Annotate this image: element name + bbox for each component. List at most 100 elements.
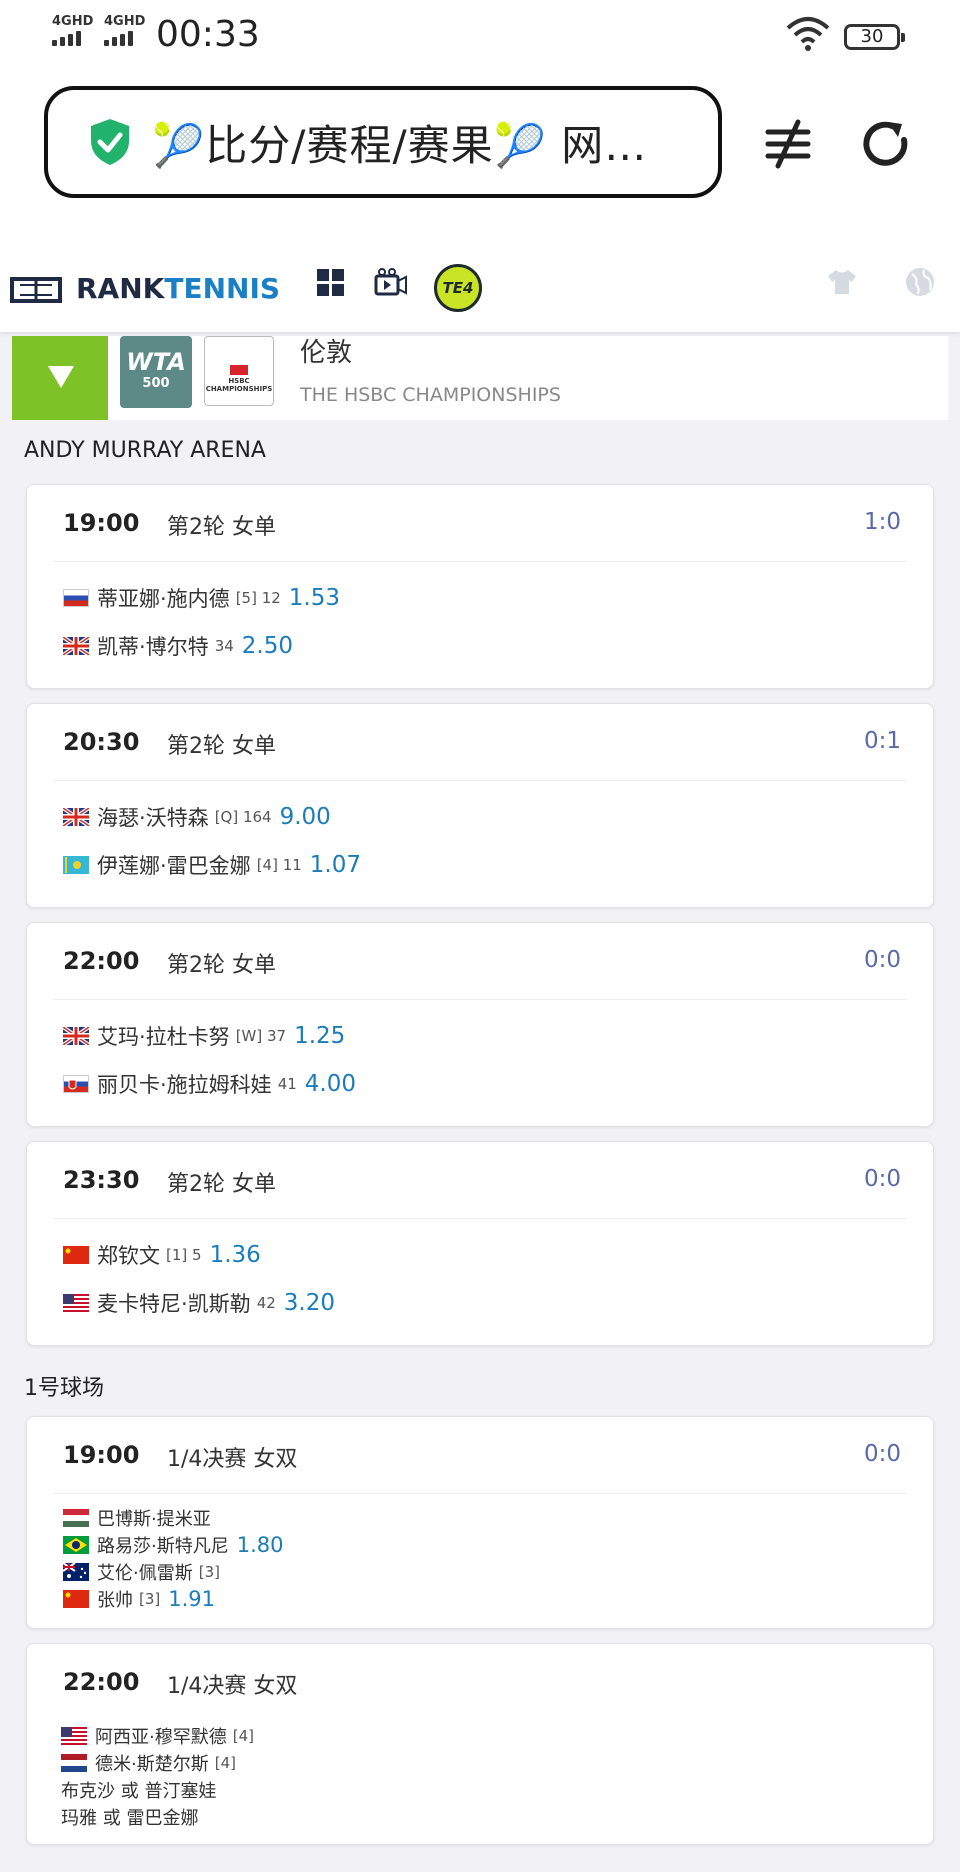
battery-indicator: 30 [844,24,905,50]
uk-flag-icon [63,637,89,655]
player-name: 阿西亚·穆罕默德 [95,1726,227,1748]
player-name: 德米·斯楚尔斯 [95,1753,209,1775]
tournament-header: WTA 500 HSBC CHAMPIONSHIPS 伦敦 THE HSBC C… [12,336,948,420]
match-time: 22:00 [63,1668,140,1696]
player-odds[interactable]: 2.50 [242,633,293,659]
logo-rank-text: RANK [76,272,165,305]
player-row: 郑钦文 [1] 5 1.36 [63,1231,933,1279]
clock: 00:33 [156,14,260,55]
match-card[interactable]: 22:00 1/4决赛 女双 阿西亚·穆罕默德 [4] 德米·斯楚尔斯 [4] … [26,1643,934,1845]
player-row: 阿西亚·穆罕默德 [4] [61,1722,933,1749]
player-rank: [1] 5 [166,1246,202,1264]
player-name: 郑钦文 [97,1244,160,1268]
wifi-icon [786,17,830,51]
match-card[interactable]: 19:00 第2轮 女单 1:0 蒂亚娜·施内德 [5] 12 1.53 凯蒂·… [26,484,934,689]
match-score: 0:0 [863,1441,901,1467]
player-row: 伊莲娜·雷巴金娜 [4] 11 1.07 [63,841,933,889]
match-card[interactable]: 19:00 1/4决赛 女双 0:0 巴博斯·提米亚 路易莎·斯特凡尼 1.80… [26,1416,934,1629]
china-flag-icon [63,1246,89,1264]
signal-indicator-1: 4GHD [52,14,93,46]
badge-wta-text: WTA [126,348,186,376]
match-round: 1/4决赛 女双 [167,1674,298,1699]
player-odds[interactable]: 1.36 [210,1242,261,1268]
hsbc-logo-text: HSBC CHAMPIONSHIPS [205,377,273,393]
player-row: 凯蒂·博尔特 34 2.50 [63,622,933,670]
player-rank: 41 [277,1075,297,1093]
player-name: 海瑟·沃特森 [97,806,209,830]
browser-toolbar: 🎾比分/赛程/赛果🎾 网… [0,72,960,232]
player-row: 艾玛·拉杜卡努 [W] 37 1.25 [63,1012,933,1060]
player-seed: [3] [198,1562,220,1581]
player-name: 伊莲娜·雷巴金娜 [97,854,251,878]
player-odds[interactable]: 9.00 [280,804,331,830]
player-name: 艾玛·拉杜卡努 [97,1025,230,1049]
filter-menu-icon[interactable] [760,116,816,172]
site-logo[interactable]: RANKTENNIS [10,272,280,305]
player-name: 玛雅 或 雷巴金娜 [61,1807,199,1829]
player-rank: [5] 12 [235,589,281,607]
venue-title: ANDY MURRAY ARENA [24,438,266,463]
address-bar[interactable]: 🎾比分/赛程/赛果🎾 网… [44,86,722,198]
match-time: 19:00 [63,1441,140,1469]
player-odds[interactable]: 4.00 [305,1071,356,1097]
player-row: 巴博斯·提米亚 [63,1504,933,1531]
netherlands-flag-icon [61,1753,87,1772]
globe-icon[interactable] [904,266,936,298]
australia-flag-icon [63,1562,89,1581]
te4-icon[interactable]: TE4 [434,264,482,312]
player-row: 张帅 [3] 1.91 [63,1585,933,1612]
grid-icon[interactable] [316,268,346,298]
status-bar: 4GHD 4GHD 00:33 30 [0,0,960,72]
kazakhstan-flag-icon [63,856,89,874]
match-card[interactable]: 20:30 第2轮 女单 0:1 海瑟·沃特森 [Q] 164 9.00 伊莲娜… [26,703,934,908]
player-row: 布克沙 或 普汀塞娃 [61,1776,933,1803]
match-round: 第2轮 女单 [167,1172,276,1197]
player-odds[interactable]: 3.20 [284,1290,335,1316]
player-seed: [4] [232,1726,254,1745]
tournament-name: 伦敦 [300,338,353,368]
security-shield-icon [91,119,129,165]
player-row: 艾伦·佩雷斯 [3] [63,1558,933,1585]
match-score: 0:0 [863,1166,901,1192]
badge-500-text: 500 [142,376,170,391]
url-text: 🎾比分/赛程/赛果🎾 网… [152,120,648,170]
hsbc-logo: HSBC CHAMPIONSHIPS [204,336,274,406]
venue-title: 1号球场 [24,1376,104,1401]
player-rank: 34 [214,637,234,655]
match-round: 第2轮 女单 [167,515,276,540]
signal-label-1: 4GHD [52,14,94,29]
player-row: 蒂亚娜·施内德 [5] 12 1.53 [63,574,933,622]
player-seed: [4] [214,1753,236,1772]
brazil-flag-icon [63,1535,89,1554]
collapse-toggle-button[interactable] [12,336,108,420]
player-name: 丽贝卡·施拉姆科娃 [97,1073,272,1097]
player-row: 丽贝卡·施拉姆科娃 41 4.00 [63,1060,933,1108]
match-round: 1/4决赛 女双 [167,1447,298,1472]
player-name: 麦卡特尼·凯斯勒 [97,1292,251,1316]
player-odds[interactable]: 1.07 [310,852,361,878]
usa-flag-icon [61,1726,87,1745]
tournament-subtitle: THE HSBC CHAMPIONSHIPS [300,384,561,406]
schedule-content: WTA 500 HSBC CHAMPIONSHIPS 伦敦 THE HSBC C… [12,336,948,1845]
player-name: 布克沙 或 普汀塞娃 [61,1780,217,1802]
player-seed: [3] [139,1589,161,1608]
video-icon[interactable] [374,268,408,298]
player-odds[interactable]: 1.53 [289,585,340,611]
player-odds[interactable]: 1.25 [294,1023,345,1049]
match-time: 22:00 [63,947,140,975]
refresh-icon[interactable] [858,116,914,172]
player-name: 蒂亚娜·施内德 [97,587,230,611]
match-card[interactable]: 22:00 第2轮 女单 0:0 艾玛·拉杜卡努 [W] 37 1.25 丽贝卡… [26,922,934,1127]
wta-500-badge: WTA 500 [120,336,192,408]
player-rank: [4] 11 [256,856,302,874]
player-odds[interactable]: 1.80 [237,1533,284,1557]
slovakia-flag-icon [63,1075,89,1093]
player-odds[interactable]: 1.91 [168,1587,215,1611]
player-rank: 42 [256,1294,276,1312]
player-name: 艾伦·佩雷斯 [97,1562,193,1584]
shirt-icon[interactable] [826,268,858,296]
match-card[interactable]: 23:30 第2轮 女单 0:0 郑钦文 [1] 5 1.36 麦卡特尼·凯斯勒… [26,1141,934,1346]
player-name: 张帅 [97,1589,133,1611]
match-time: 23:30 [63,1166,140,1194]
match-score: 0:1 [863,728,901,754]
